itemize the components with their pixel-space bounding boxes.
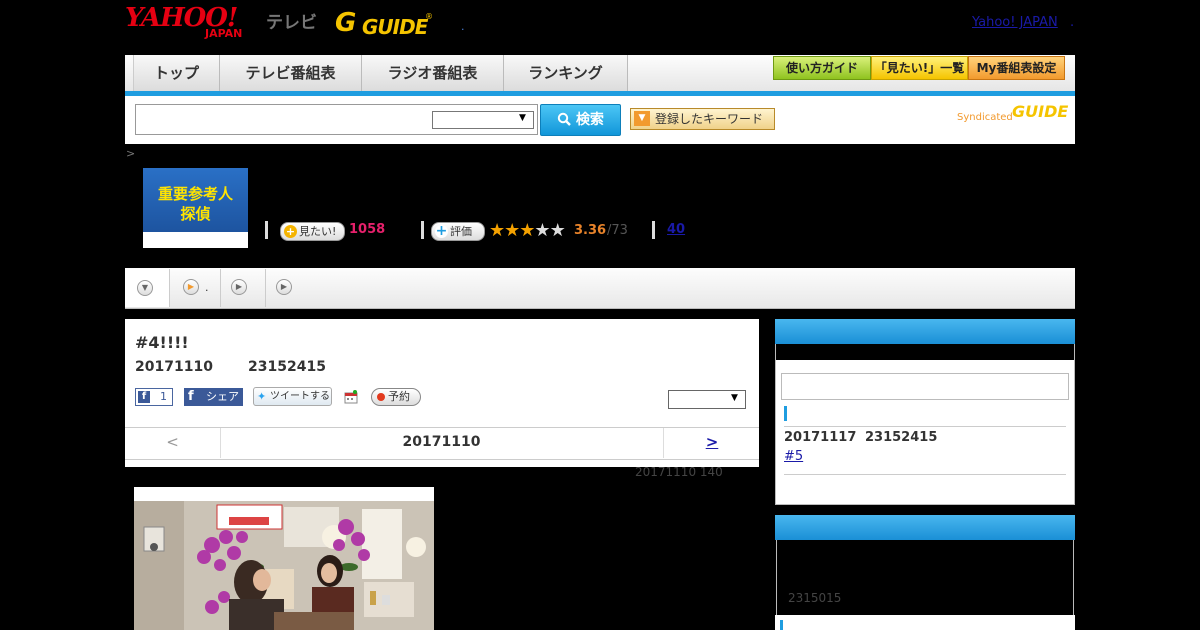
facebook-icon: f — [188, 389, 194, 404]
sidebar-code-text: 2315015 — [788, 591, 842, 605]
nav-edge — [125, 55, 134, 91]
episode-scene-image — [134, 487, 434, 630]
play-icon: ▶ — [276, 279, 292, 295]
sidebar-section-header — [775, 515, 1075, 540]
registered-mark: ® — [425, 12, 433, 21]
episode-date: 20171110 — [135, 359, 213, 375]
divider — [265, 221, 268, 239]
sidebar-input[interactable] — [781, 373, 1069, 400]
want-label: 見たい! — [299, 225, 337, 238]
yahoo-japan-logo-text: JAPAN — [205, 27, 243, 40]
star-empty-icon: ★ — [549, 220, 566, 241]
rating-stars: ★★★★★ — [489, 220, 566, 241]
thumbnail-band — [143, 232, 248, 248]
play-icon: ▶ — [231, 279, 247, 295]
next-episode-link[interactable]: #5 — [784, 449, 803, 464]
header-dot: . — [461, 20, 465, 33]
magnifier-icon — [557, 112, 576, 128]
next-broadcast-date: 20171117 — [784, 430, 857, 445]
saved-keywords-button[interactable]: ▼ 登録したキーワード — [630, 108, 775, 130]
twitter-bird-icon: ✦ — [257, 390, 267, 403]
want-count: 1058 — [349, 222, 386, 237]
reviews-link[interactable]: 40 — [667, 222, 685, 237]
gguide-logo[interactable]: GUIDE — [362, 15, 428, 39]
search-button-label: 検索 — [575, 112, 604, 128]
facebook-like-count: 1 — [160, 390, 167, 403]
update-note: 20171110 140 — [635, 465, 723, 479]
divider — [784, 474, 1066, 475]
program-thumbnail[interactable]: 重要参考人 探偵 — [143, 168, 248, 248]
breadcrumb[interactable]: > — [126, 147, 135, 160]
next-broadcast-banner — [776, 344, 1074, 360]
subnav-tab-3[interactable]: ▶ — [221, 269, 266, 307]
section-marker — [780, 620, 783, 630]
facebook-like-button[interactable]: f 1 — [135, 388, 173, 406]
syndicated-label: Syndicated — [957, 112, 1013, 123]
program-thumbnail-title: 重要参考人 探偵 — [157, 185, 233, 223]
star-icon: ★ — [489, 220, 505, 241]
facebook-icon: f — [138, 391, 150, 403]
star-icon: ★ — [504, 220, 520, 241]
select-arrow-icon: ▼ — [731, 393, 738, 403]
record-dot-icon — [377, 393, 385, 401]
section-marker — [784, 406, 787, 421]
nav-tab-top[interactable]: トップ — [134, 55, 220, 91]
star-icon: ★ — [519, 220, 535, 241]
my-schedule-settings-button[interactable]: My番組表設定 — [968, 56, 1065, 80]
gguide-logo-mark: G — [335, 8, 357, 38]
plus-icon: + — [284, 225, 297, 238]
subnav-tab-dot: . — [205, 281, 209, 294]
yahoo-japan-link[interactable]: Yahoo! JAPAN — [972, 15, 1058, 30]
guide-button[interactable]: 使い方ガイド — [773, 56, 871, 80]
rating-score: 3.36 — [574, 223, 607, 238]
sidebar-section-footer — [775, 615, 1075, 630]
subnav-tab-4[interactable]: ▶ — [266, 269, 306, 307]
reserve-label: 予約 — [388, 390, 410, 403]
nav-tab-radio-schedule[interactable]: ラジオ番組表 — [362, 55, 504, 91]
play-icon: ▶ — [183, 279, 199, 295]
want-list-button[interactable]: 「見たい!」一覧 — [871, 56, 968, 80]
pager-current-date: 20171110 — [402, 434, 481, 450]
next-broadcast-time: 23152415 — [865, 430, 938, 445]
reserve-recording-button[interactable]: 予約 — [371, 388, 421, 406]
saved-keywords-label: 登録したキーワード — [655, 112, 764, 126]
plus-icon: + — [435, 223, 448, 239]
pager-next-button[interactable]: > — [663, 428, 760, 458]
pager-prev-button[interactable]: < — [125, 428, 221, 458]
rate-button[interactable]: + 評価 — [431, 222, 485, 241]
divider — [652, 221, 655, 239]
tweet-button[interactable]: ✦ ツイートする — [253, 387, 332, 406]
facebook-share-label: シェア — [206, 390, 239, 403]
subnav-tab-1[interactable]: ▼ — [125, 269, 170, 307]
want-to-watch-button[interactable]: + 見たい! — [280, 222, 345, 241]
episode-time: 23152415 — [248, 359, 326, 375]
calendar-add-icon[interactable] — [344, 389, 358, 404]
syndicated-gguide-logo: GUIDE — [1012, 102, 1069, 121]
next-broadcast-header — [775, 319, 1075, 344]
dropdown-arrow-icon: ▼ — [634, 111, 650, 126]
search-button[interactable]: 検索 — [540, 104, 621, 136]
tv-logo-text: テレビ — [266, 13, 317, 33]
tweet-label: ツイートする — [270, 391, 330, 402]
subnav-tab-2[interactable]: ▶ . — [170, 269, 221, 307]
divider — [421, 221, 424, 239]
star-empty-icon: ★ — [534, 220, 550, 241]
rating-total: /73 — [607, 223, 628, 238]
facebook-share-button[interactable]: f シェア — [184, 388, 243, 406]
nav-tab-ranking[interactable]: ランキング — [504, 55, 628, 91]
divider — [784, 426, 1066, 427]
episode-title: #4!!!! — [135, 333, 189, 352]
nav-tab-tv-schedule[interactable]: テレビ番組表 — [220, 55, 362, 91]
chevron-down-icon: ▼ — [137, 280, 153, 296]
select-arrow-icon: ▼ — [519, 113, 526, 123]
header-link-dot: . — [1070, 15, 1075, 30]
rating-label: 評価 — [450, 225, 472, 238]
